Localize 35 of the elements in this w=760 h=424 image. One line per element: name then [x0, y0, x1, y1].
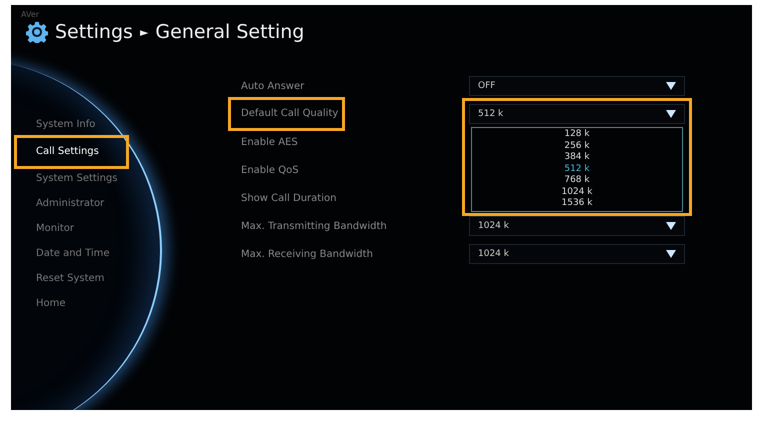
logo-text: AVer — [21, 10, 40, 19]
sidebar-item[interactable]: Call Settings — [14, 135, 129, 169]
sidebar-item[interactable]: Home — [18, 295, 120, 313]
caret-icon — [666, 222, 676, 230]
dropdown-option[interactable]: 768 k — [472, 175, 682, 186]
sidebar-item[interactable]: Administrator — [18, 195, 120, 213]
setting-label: Auto Answer — [240, 80, 306, 92]
setting-label: Max. Transmitting Bandwidth — [240, 220, 388, 232]
dropdown-option[interactable]: 256 k — [472, 140, 682, 152]
dropdown[interactable]: OFF — [469, 76, 685, 96]
caret-icon — [666, 250, 676, 258]
settings-icon — [26, 21, 48, 43]
sidebar-item[interactable]: System Info — [18, 116, 120, 134]
caret-icon — [666, 82, 676, 90]
setting-label: Enable AES — [240, 136, 299, 148]
dropdown-option[interactable]: 1024 k — [472, 186, 682, 198]
dropdown-option[interactable]: 512 k — [472, 164, 682, 175]
dropdown[interactable]: 512 k — [469, 104, 685, 124]
dropdown-option[interactable]: 384 k — [472, 152, 682, 164]
sidebar-item[interactable]: System Settings — [18, 170, 120, 188]
sidebar-item[interactable]: Date and Time — [18, 245, 120, 263]
sidebar-item[interactable]: Monitor — [18, 220, 120, 238]
setting-label: Max. Receiving Bandwidth — [240, 248, 374, 260]
title-page: General Setting — [155, 21, 304, 43]
dropdown[interactable]: 1024 k — [469, 244, 685, 264]
sidebar-item[interactable]: Reset System — [18, 270, 120, 288]
breadcrumb-arrow: ► — [140, 26, 148, 38]
setting-label: Default Call Quality — [228, 97, 345, 131]
setting-label: Enable QoS — [240, 164, 300, 176]
dropdown-option[interactable]: 128 k — [472, 129, 682, 140]
dropdown[interactable]: 1024 k — [469, 216, 685, 236]
caret-icon — [666, 110, 676, 118]
setting-label: Show Call Duration — [240, 192, 338, 204]
dropdown-option[interactable]: 1536 k — [472, 198, 682, 210]
title-section: Settings — [55, 21, 133, 43]
